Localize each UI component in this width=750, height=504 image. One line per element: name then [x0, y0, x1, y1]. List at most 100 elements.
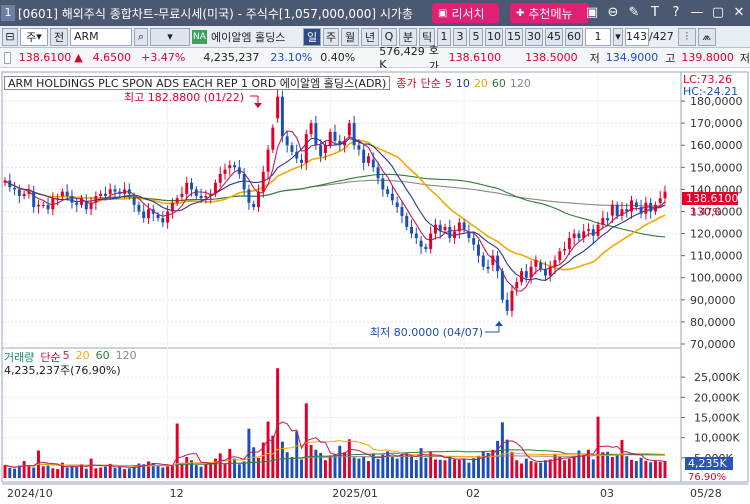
- volume-bar: [218, 453, 222, 478]
- volume: 4,235,237: [203, 51, 260, 64]
- volume-tick-label: 10,000K: [694, 432, 740, 445]
- candle-body: [185, 182, 189, 194]
- x-tick-label: 12: [170, 487, 184, 500]
- candle-body: [572, 233, 576, 238]
- close-icon[interactable]: ✕: [732, 4, 746, 22]
- volume-bar: [295, 431, 299, 478]
- candle-body: [601, 218, 605, 225]
- chevron-down-icon[interactable]: ▾: [613, 27, 623, 46]
- volume-bar: [46, 465, 50, 478]
- volume-bar: [22, 461, 26, 478]
- candle-body: [242, 173, 246, 190]
- volume-bar: [338, 445, 342, 478]
- interval-30[interactable]: 30: [525, 27, 543, 46]
- interval-45[interactable]: 45: [545, 27, 563, 46]
- candle-body: [553, 260, 557, 267]
- candle-body: [491, 255, 495, 265]
- candle-body: [142, 211, 146, 219]
- volume-bar: [41, 466, 45, 478]
- maximize-icon[interactable]: ▢: [711, 4, 725, 22]
- volume-bar: [524, 458, 528, 478]
- legend-ma120: 120: [509, 76, 531, 90]
- volume-bar: [366, 461, 370, 478]
- period-minute[interactable]: 분: [399, 27, 417, 46]
- interval-5[interactable]: 5: [469, 27, 483, 46]
- volume-bar: [567, 458, 571, 478]
- candle-body: [108, 189, 112, 195]
- candle-body: [596, 224, 600, 236]
- period-year[interactable]: 년: [361, 27, 379, 46]
- candle-body: [60, 191, 64, 197]
- period-quarter[interactable]: Q: [381, 27, 397, 46]
- indicator-icon[interactable]: ⩕: [697, 27, 716, 46]
- legend-ma20: 20: [473, 76, 488, 90]
- volume-bar: [395, 458, 399, 478]
- volume-bar: [123, 469, 127, 478]
- volume-bar: [3, 465, 7, 478]
- interval-3[interactable]: 3: [453, 27, 467, 46]
- volume-bar: [443, 460, 447, 478]
- chart-type-icon[interactable]: ⫶: [677, 27, 696, 46]
- volume-bar: [280, 441, 284, 478]
- chart-area[interactable]: 180,0000 170,0000 160,0000 150,0000 140,0000…: [0, 68, 750, 504]
- volume-bar: [233, 458, 237, 478]
- period-day[interactable]: 일: [303, 27, 321, 46]
- interval-custom-input[interactable]: 1: [585, 27, 611, 46]
- volume-bar: [457, 459, 461, 478]
- volume-bar: [328, 455, 332, 478]
- tee-icon[interactable]: T: [648, 4, 662, 22]
- research-button[interactable]: ▣ 리서치: [432, 3, 499, 23]
- candle-body: [591, 229, 595, 236]
- candle-body: [56, 198, 60, 200]
- interval-15[interactable]: 15: [505, 27, 523, 46]
- market-select[interactable]: 주 ▾: [20, 27, 48, 46]
- volume-bar: [625, 456, 629, 478]
- low-label: 저: [589, 51, 600, 65]
- help-icon[interactable]: ⊖: [606, 4, 620, 22]
- candle-body: [457, 222, 461, 232]
- candle-body: [371, 159, 375, 168]
- count-input[interactable]: 143: [625, 27, 649, 46]
- candle-body: [529, 266, 533, 278]
- market2-button[interactable]: 전: [50, 27, 68, 46]
- volume-bar: [582, 454, 586, 478]
- period-month[interactable]: 월: [341, 27, 359, 46]
- volume-bar: [644, 460, 648, 478]
- candle-body: [27, 191, 31, 194]
- x-axis: 2024/10122025/010203040505/28: [2, 483, 748, 500]
- candle-body: [390, 193, 394, 201]
- candle-body: [352, 123, 356, 146]
- candle-body: [276, 96, 280, 119]
- code-search-button[interactable]: ▾: [150, 27, 190, 46]
- candle-body: [429, 233, 433, 250]
- count-total: /427: [649, 30, 674, 43]
- quote-toggle[interactable]: [4, 51, 11, 64]
- chart-svg[interactable]: 180,0000170,0000160,0000150,0000140,0000…: [0, 68, 750, 504]
- volume-bar: [534, 462, 538, 478]
- candle-body: [304, 134, 308, 163]
- volume-bar: [472, 458, 476, 478]
- price-tick-label: 160,0000: [690, 139, 743, 152]
- low-price: 134.9000: [605, 51, 659, 64]
- x-tick-label: 2024/10: [7, 487, 53, 500]
- interval-60[interactable]: 60: [565, 27, 583, 46]
- candle-body: [309, 123, 313, 135]
- period-week[interactable]: 주: [323, 27, 339, 46]
- candle-body: [639, 207, 643, 214]
- price-legend: ARM HOLDINGS PLC SPON ADS EACH REP 1 ORD…: [4, 75, 531, 91]
- symbol-input[interactable]: ARM: [70, 27, 132, 46]
- pin-icon[interactable]: ✎: [627, 4, 641, 22]
- interval-10[interactable]: 10: [485, 27, 503, 46]
- volume-bar: [84, 468, 88, 478]
- layout-icon[interactable]: ⊟: [2, 27, 18, 46]
- window-icon[interactable]: ▣: [585, 4, 599, 22]
- candle-body: [366, 156, 370, 163]
- help2-icon[interactable]: ?: [669, 4, 683, 22]
- recommend-menu-button[interactable]: ✚ 추천메뉴: [510, 3, 589, 23]
- candle-body: [467, 231, 471, 238]
- search-icon[interactable]: ⌕: [134, 27, 148, 46]
- candle-body: [323, 145, 327, 153]
- volume-bar: [529, 461, 533, 478]
- minimize-icon[interactable]: —: [690, 4, 704, 22]
- volume-bar: [515, 460, 519, 478]
